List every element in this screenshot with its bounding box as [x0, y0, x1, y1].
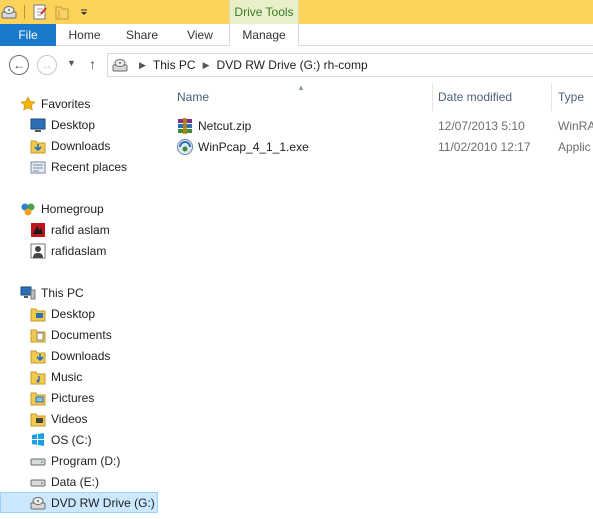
sidebar-item-label: rafid aslam	[51, 222, 110, 237]
column-header-type[interactable]: Type	[558, 90, 584, 104]
star-icon	[20, 95, 36, 112]
pictures-folder-icon	[30, 390, 46, 406]
tab-manage[interactable]: Manage	[229, 24, 299, 46]
desktop-folder-icon	[30, 306, 46, 322]
file-name: Netcut.zip	[198, 118, 252, 133]
music-folder-icon	[30, 369, 46, 385]
sidebar-item-data-drive[interactable]: Data (E:)	[0, 471, 158, 492]
file-row[interactable]: Netcut.zip 12/07/2013 5:10 WinRA	[170, 115, 593, 136]
tab-home[interactable]: Home	[56, 24, 113, 46]
sidebar-item-label: Downloads	[51, 348, 111, 363]
hard-drive-icon	[30, 453, 46, 469]
tab-share[interactable]: Share	[113, 24, 171, 46]
sidebar-item-this-pc[interactable]: This PC	[0, 282, 158, 303]
back-button[interactable]: ←	[9, 55, 29, 75]
sidebar-item-label: Desktop	[51, 117, 96, 132]
desktop-icon	[30, 117, 46, 133]
breadcrumb-chevron-icon[interactable]: ▶	[139, 60, 146, 71]
address-bar[interactable]: ▶ This PC ▶ DVD RW Drive (G:) rh-comp	[107, 53, 593, 77]
file-date-modified: 11/02/2010 12:17	[438, 139, 531, 154]
sidebar-item-program-drive[interactable]: Program (D:)	[0, 450, 158, 471]
title-bar: Drive Tools	[0, 0, 593, 24]
homegroup-icon	[20, 201, 36, 217]
downloads-folder-icon	[30, 138, 46, 154]
column-divider[interactable]	[551, 83, 552, 111]
sidebar-item-user[interactable]: rafidaslam	[0, 240, 158, 261]
up-arrow-icon[interactable]: ↑	[89, 56, 96, 72]
installer-exe-icon	[176, 136, 194, 157]
ribbon-tabs: File Home Share View Manage	[0, 24, 593, 46]
computer-icon	[20, 285, 36, 301]
drive-icon[interactable]	[0, 3, 18, 21]
back-arrow-icon: ←	[13, 58, 25, 72]
sidebar-item-label: Videos	[51, 411, 88, 426]
drive-tools-context-header: Drive Tools	[229, 0, 299, 24]
sidebar-item-label: Data (E:)	[51, 474, 100, 489]
sidebar-item-pictures[interactable]: Pictures	[0, 387, 158, 408]
sidebar-item-label: Desktop	[51, 306, 96, 321]
toolbar-divider	[24, 5, 25, 19]
videos-folder-icon	[30, 411, 46, 427]
sidebar-item-label: rafidaslam	[51, 243, 107, 258]
customize-toolbar-dropdown-icon[interactable]	[75, 3, 93, 21]
sidebar-item-label: Favorites	[41, 96, 91, 111]
column-divider[interactable]	[432, 83, 433, 111]
recent-places-icon	[30, 159, 46, 175]
sidebar-item-documents[interactable]: Documents	[0, 324, 158, 345]
column-header-name[interactable]: Name	[177, 90, 209, 104]
sidebar-item-label: Pictures	[51, 390, 95, 405]
file-type: WinRA	[558, 118, 593, 133]
sort-ascending-icon: ▲	[297, 83, 305, 92]
column-header-date-modified[interactable]: Date modified	[438, 90, 512, 104]
hard-drive-icon	[30, 474, 46, 490]
downloads-folder-icon	[30, 348, 46, 364]
documents-folder-icon	[30, 327, 46, 343]
sidebar-item-label: Music	[51, 369, 83, 384]
sidebar-item-label: Documents	[51, 327, 112, 342]
windows-drive-icon	[30, 432, 46, 448]
sidebar-item-label: DVD RW Drive (G:) rh	[51, 495, 158, 510]
sidebar-item-videos[interactable]: Videos	[0, 408, 158, 429]
tab-file[interactable]: File	[0, 24, 56, 46]
breadcrumb-chevron-icon[interactable]: ▶	[203, 60, 210, 71]
properties-icon[interactable]	[31, 3, 49, 21]
sidebar-item-label: OS (C:)	[51, 432, 92, 447]
sidebar-item-dvd-drive[interactable]: DVD RW Drive (G:) rh	[0, 492, 158, 513]
sidebar-item-os-drive[interactable]: OS (C:)	[0, 429, 158, 450]
recent-locations-dropdown-icon[interactable]: ▼	[67, 58, 76, 68]
sidebar-item-desktop[interactable]: Desktop	[0, 303, 158, 324]
sidebar-item-desktop[interactable]: Desktop	[0, 114, 158, 135]
dvd-drive-icon	[112, 57, 132, 73]
navigation-pane: Favorites Desktop Downloads Recent place…	[0, 83, 158, 519]
new-folder-icon[interactable]	[53, 3, 71, 21]
quick-access-toolbar	[0, 0, 97, 24]
breadcrumb-this-pc[interactable]: This PC	[153, 58, 196, 72]
navigation-bar: ← → ▼ ↑ ▶ This PC ▶ DVD RW Drive (G:) rh…	[0, 47, 593, 83]
forward-arrow-icon: →	[41, 58, 53, 72]
winrar-archive-icon	[176, 115, 194, 136]
sidebar-item-downloads[interactable]: Downloads	[0, 135, 158, 156]
file-row[interactable]: WinPcap_4_1_1.exe 11/02/2010 12:17 Appli…	[170, 136, 593, 157]
sidebar-item-user[interactable]: rafid aslam	[0, 219, 158, 240]
sidebar-item-downloads[interactable]: Downloads	[0, 345, 158, 366]
breadcrumb-dvd-drive[interactable]: DVD RW Drive (G:) rh-comp	[217, 58, 368, 72]
sidebar-item-label: Program (D:)	[51, 453, 121, 468]
sidebar-item-favorites[interactable]: Favorites	[0, 93, 158, 114]
forward-button[interactable]: →	[37, 55, 57, 75]
sidebar-item-music[interactable]: Music	[0, 366, 158, 387]
user-avatar-icon	[30, 243, 46, 259]
sidebar-item-label: Recent places	[51, 159, 128, 174]
file-type: Applic	[558, 139, 591, 154]
tab-view[interactable]: View	[171, 24, 229, 46]
sidebar-item-recent-places[interactable]: Recent places	[0, 156, 158, 177]
sidebar-item-label: Downloads	[51, 138, 111, 153]
file-name: WinPcap_4_1_1.exe	[198, 139, 309, 154]
sidebar-item-label: Homegroup	[41, 201, 104, 216]
sidebar-item-homegroup[interactable]: Homegroup	[0, 198, 158, 219]
sidebar-item-label: This PC	[41, 285, 84, 300]
user-avatar-icon	[30, 222, 46, 238]
dvd-drive-icon	[30, 495, 46, 511]
file-date-modified: 12/07/2013 5:10	[438, 118, 525, 133]
